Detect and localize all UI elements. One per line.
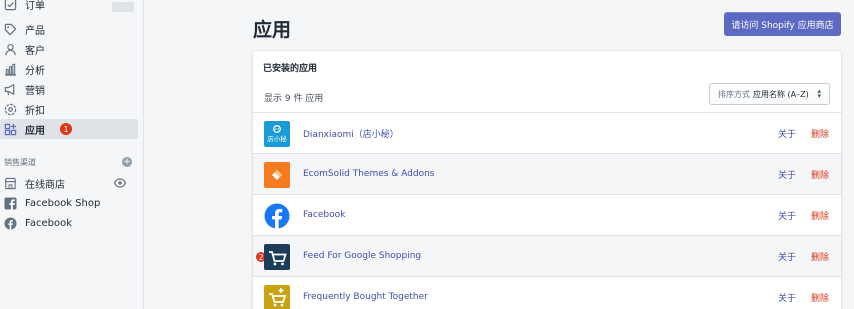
- sort-value: 应用名称 (A–Z): [753, 89, 809, 99]
- app-name[interactable]: Feed For Google Shopping: [303, 251, 421, 261]
- sidebar-item-analytics[interactable]: 分析: [0, 59, 138, 79]
- about-link[interactable]: 关于: [778, 127, 796, 140]
- person-icon: [3, 42, 17, 56]
- sales-channels-heading: 销售渠道 +: [4, 156, 132, 168]
- sidebar-item-label: 在线商店: [25, 179, 65, 191]
- app-name[interactable]: Dianxiaomi（店小秘）: [303, 127, 399, 140]
- sidebar-item-apps[interactable]: 应用 1: [0, 119, 138, 139]
- svg-text:店小秘: 店小秘: [267, 134, 287, 143]
- ecomsolid-icon: [264, 162, 290, 188]
- app-name[interactable]: EcomSolid Themes & Addons: [303, 169, 435, 179]
- app-name[interactable]: Facebook: [303, 210, 345, 220]
- apps-icon: [3, 122, 17, 136]
- app-row: Facebook 关于 删除: [253, 194, 841, 235]
- sidebar-item-label: 折扣: [25, 105, 45, 117]
- add-channel-icon[interactable]: +: [122, 157, 132, 167]
- sidebar-item-online-store[interactable]: 在线商店: [0, 173, 138, 193]
- delete-link[interactable]: 删除: [811, 209, 829, 222]
- sidebar-item-customers[interactable]: 客户: [0, 39, 138, 59]
- facebook-circle-icon: [3, 216, 17, 230]
- sidebar-item-facebook[interactable]: Facebook: [0, 213, 138, 233]
- facebook-icon: [264, 203, 290, 229]
- app-row: 店小秘 Dianxiaomi（店小秘） 关于 删除: [253, 112, 841, 153]
- facebook-square-icon: [3, 196, 17, 210]
- sidebar-item-marketing[interactable]: 营销: [0, 79, 138, 99]
- select-caret-icon: ▴ ▾: [817, 87, 821, 100]
- sidebar-item-label: 产品: [25, 25, 45, 37]
- dianxiaomi-icon: 店小秘: [264, 121, 290, 147]
- sidebar-item-label: 订单: [25, 0, 45, 12]
- app-row: EcomSolid Themes & Addons 关于 删除: [253, 153, 841, 194]
- delete-link[interactable]: 删除: [811, 127, 829, 140]
- sidebar-item-label: 应用: [25, 125, 45, 137]
- megaphone-icon: [3, 82, 17, 96]
- cart-icon: [264, 244, 290, 270]
- gear-discount-icon: [3, 102, 17, 116]
- about-link[interactable]: 关于: [778, 209, 796, 222]
- app-name[interactable]: Frequently Bought Together: [303, 292, 428, 302]
- about-link[interactable]: 关于: [778, 250, 796, 263]
- card-heading: 已安装的应用: [263, 64, 318, 74]
- chart-icon: [3, 62, 17, 76]
- delete-link[interactable]: 删除: [811, 250, 829, 263]
- tag-icon: [3, 22, 17, 36]
- about-link[interactable]: 关于: [778, 168, 796, 181]
- about-link[interactable]: 关于: [778, 291, 796, 304]
- orders-icon: [3, 0, 17, 11]
- sidebar-item-label: Facebook Shop: [25, 197, 101, 209]
- sidebar-item-label: 客户: [25, 45, 45, 57]
- delete-link[interactable]: 删除: [811, 168, 829, 181]
- sort-select[interactable]: 排序方式 应用名称 (A–Z) ▴ ▾: [709, 83, 830, 105]
- sidebar-item-label: Facebook: [25, 217, 72, 229]
- cart-plus-icon: [264, 285, 290, 309]
- notification-badge: 1: [60, 123, 72, 135]
- store-icon: [3, 176, 17, 190]
- app-row: 2 Feed For Google Shopping 关于 删除: [253, 235, 841, 276]
- sidebar-item-orders[interactable]: 订单: [0, 0, 138, 14]
- sidebar-item-facebook-shop[interactable]: Facebook Shop: [0, 193, 138, 213]
- sidebar-item-products[interactable]: 产品: [0, 19, 138, 39]
- installed-apps-card: 已安装的应用 显示 9 件 应用 排序方式 应用名称 (A–Z) ▴ ▾ 店小秘 …: [253, 51, 841, 309]
- delete-link[interactable]: 删除: [811, 291, 829, 304]
- sidebar-item-label: 分析: [25, 65, 45, 77]
- visit-app-store-button[interactable]: 请访问 Shopify 应用商店: [724, 12, 841, 36]
- eye-icon[interactable]: [113, 178, 127, 191]
- sidebar-item-label: 营销: [25, 85, 45, 97]
- sidebar-item-discounts[interactable]: 折扣: [0, 99, 138, 119]
- sales-channels-label: 销售渠道: [4, 157, 36, 167]
- sort-label: 排序方式: [718, 89, 750, 99]
- app-row: Frequently Bought Together 关于 删除: [253, 276, 841, 309]
- page-title: 应用: [253, 19, 292, 41]
- app-count: 显示 9 件 应用: [264, 94, 324, 104]
- sidebar: 订单 产品 客户 分析 营销 折扣 应用 1 销售渠道 + 在线商店 Faceb…: [0, 0, 144, 309]
